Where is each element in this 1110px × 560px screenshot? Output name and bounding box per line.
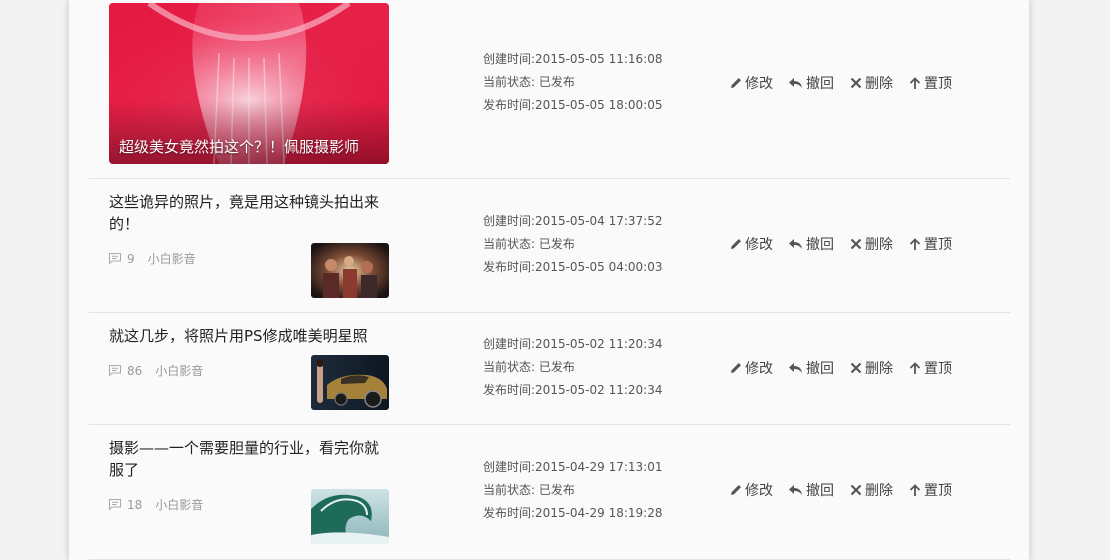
pin-label: 置顶 [924, 361, 952, 377]
article-meta: 86 小白影音 [109, 362, 203, 379]
close-icon [850, 238, 862, 250]
article-thumbnail[interactable] [311, 355, 389, 410]
delete-button[interactable]: 删除 [849, 358, 893, 378]
status-text: 当前状态: 已发布 [483, 360, 575, 374]
created-time: 创建时间:2015-04-29 17:13:01 [483, 460, 663, 474]
author-name[interactable]: 小白影音 [155, 496, 203, 513]
article-row: 超级美女竟然拍这个？！佩服摄影师 创建时间:2015-05-05 11:16:0… [89, 0, 1010, 179]
edit-label: 修改 [745, 76, 773, 92]
cover-image[interactable]: 超级美女竟然拍这个？！佩服摄影师 [109, 3, 389, 164]
comment-icon [109, 499, 121, 510]
delete-button[interactable]: 删除 [849, 73, 893, 93]
pin-label: 置顶 [924, 483, 952, 499]
pencil-icon [731, 78, 741, 88]
undo-icon [789, 485, 802, 495]
article-thumbnail[interactable] [311, 489, 389, 544]
close-icon [850, 77, 862, 89]
pencil-icon [731, 363, 741, 373]
delete-label: 删除 [865, 237, 893, 253]
delete-button[interactable]: 删除 [849, 480, 893, 500]
article-actions: 修改 撤回 删除 置顶 [729, 480, 967, 500]
withdraw-button[interactable]: 撤回 [788, 358, 834, 378]
article-meta: 9 小白影音 [109, 250, 196, 267]
article-info: 创建时间:2015-04-29 17:13:01 当前状态: 已发布 发布时间:… [483, 456, 663, 525]
withdraw-button[interactable]: 撤回 [788, 73, 834, 93]
comment-count: 9 [127, 251, 135, 266]
author-name[interactable]: 小白影音 [155, 362, 203, 379]
edit-button[interactable]: 修改 [729, 480, 773, 500]
published-time: 发布时间:2015-04-29 18:19:28 [483, 506, 663, 520]
article-title[interactable]: 就这几步，将照片用PS修成唯美明星照 [109, 325, 389, 347]
comment-icon [109, 365, 121, 376]
article-list: 超级美女竟然拍这个？！佩服摄影师 创建时间:2015-05-05 11:16:0… [89, 0, 1010, 560]
created-time: 创建时间:2015-05-02 11:20:34 [483, 337, 663, 351]
withdraw-label: 撤回 [806, 483, 834, 499]
wave-photo [311, 489, 389, 544]
published-time: 发布时间:2015-05-02 11:20:34 [483, 383, 663, 397]
pin-button[interactable]: 置顶 [908, 480, 952, 500]
article-info: 创建时间:2015-05-04 17:37:52 当前状态: 已发布 发布时间:… [483, 210, 663, 279]
comment-icon [109, 253, 121, 264]
pin-label: 置顶 [924, 76, 952, 92]
arrow-up-icon [909, 484, 921, 496]
edit-button[interactable]: 修改 [729, 73, 773, 93]
delete-label: 删除 [865, 483, 893, 499]
close-icon [850, 484, 862, 496]
article-row: 摄影——一个需要胆量的行业，看完你就服了 18 小白影音 创建时间:2015-0… [89, 425, 1010, 560]
published-time: 发布时间:2015-05-05 04:00:03 [483, 260, 663, 274]
arrow-up-icon [909, 77, 921, 89]
pencil-icon [731, 239, 741, 249]
article-row: 就这几步，将照片用PS修成唯美明星照 86 小白影音 创建时间:2015-05-… [89, 313, 1010, 425]
withdraw-label: 撤回 [806, 361, 834, 377]
delete-label: 删除 [865, 76, 893, 92]
withdraw-label: 撤回 [806, 237, 834, 253]
article-meta: 18 小白影音 [109, 496, 203, 513]
status-text: 当前状态: 已发布 [483, 483, 575, 497]
created-time: 创建时间:2015-05-05 11:16:08 [483, 52, 663, 66]
pin-label: 置顶 [924, 237, 952, 253]
arrow-up-icon [909, 362, 921, 374]
edit-label: 修改 [745, 361, 773, 377]
status-text: 当前状态: 已发布 [483, 75, 575, 89]
edit-label: 修改 [745, 483, 773, 499]
pin-button[interactable]: 置顶 [908, 358, 952, 378]
withdraw-button[interactable]: 撤回 [788, 234, 834, 254]
withdraw-button[interactable]: 撤回 [788, 480, 834, 500]
article-info: 创建时间:2015-05-02 11:20:34 当前状态: 已发布 发布时间:… [483, 333, 663, 402]
delete-label: 删除 [865, 361, 893, 377]
undo-icon [789, 78, 802, 88]
content-panel: 超级美女竟然拍这个？！佩服摄影师 创建时间:2015-05-05 11:16:0… [68, 0, 1030, 560]
crowd-photo [311, 243, 389, 298]
article-row: 这些诡异的照片，竟是用这种镜头拍出来的！ 9 小白影音 创建时间:2015-05… [89, 179, 1010, 313]
pin-button[interactable]: 置顶 [908, 234, 952, 254]
edit-button[interactable]: 修改 [729, 358, 773, 378]
cover-caption: 超级美女竟然拍这个？！佩服摄影师 [119, 138, 360, 156]
undo-icon [789, 239, 802, 249]
comment-count: 86 [127, 363, 143, 378]
undo-icon [789, 363, 802, 373]
article-title[interactable]: 摄影——一个需要胆量的行业，看完你就服了 [109, 437, 389, 481]
comment-count: 18 [127, 497, 143, 512]
article-actions: 修改 撤回 删除 置顶 [729, 234, 967, 254]
arrow-up-icon [909, 238, 921, 250]
published-time: 发布时间:2015-05-05 18:00:05 [483, 98, 663, 112]
article-info: 创建时间:2015-05-05 11:16:08 当前状态: 已发布 发布时间:… [483, 48, 663, 117]
withdraw-label: 撤回 [806, 76, 834, 92]
article-thumbnail[interactable] [311, 243, 389, 298]
article-actions: 修改 撤回 删除 置顶 [729, 73, 967, 93]
pencil-icon [731, 485, 741, 495]
article-actions: 修改 撤回 删除 置顶 [729, 358, 967, 378]
edit-label: 修改 [745, 237, 773, 253]
car-photo [311, 355, 389, 410]
close-icon [850, 362, 862, 374]
author-name[interactable]: 小白影音 [148, 250, 196, 267]
status-text: 当前状态: 已发布 [483, 237, 575, 251]
edit-button[interactable]: 修改 [729, 234, 773, 254]
article-title[interactable]: 这些诡异的照片，竟是用这种镜头拍出来的！ [109, 191, 389, 235]
created-time: 创建时间:2015-05-04 17:37:52 [483, 214, 663, 228]
delete-button[interactable]: 删除 [849, 234, 893, 254]
pin-button[interactable]: 置顶 [908, 73, 952, 93]
